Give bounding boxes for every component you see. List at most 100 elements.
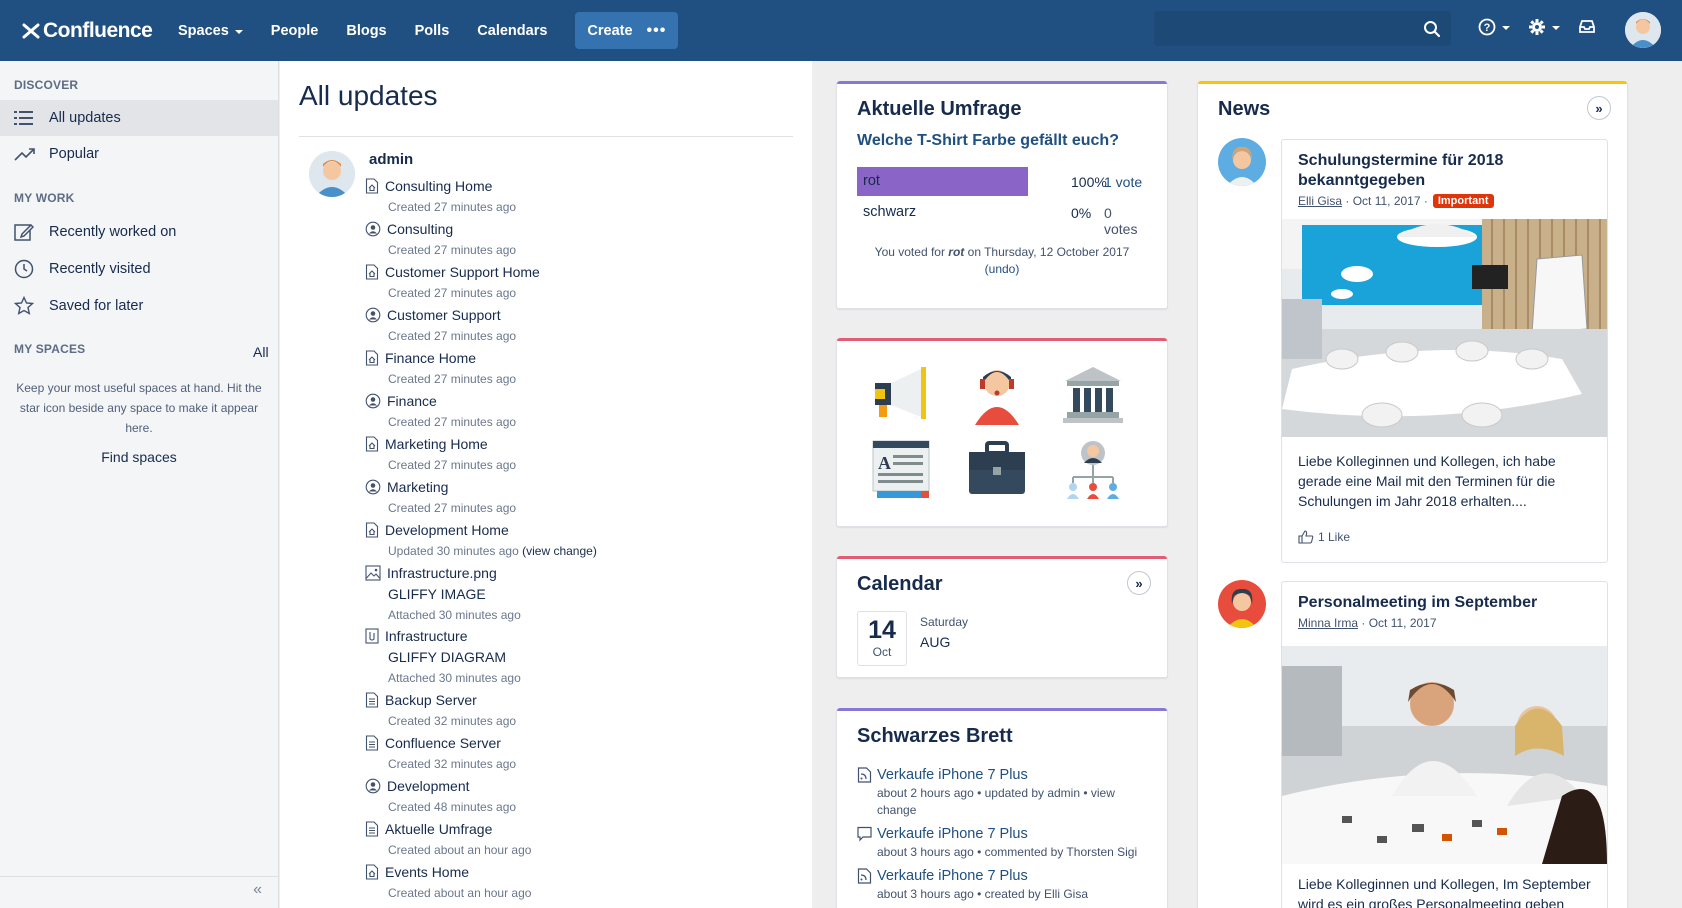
expand-news-button[interactable]: » [1587,96,1611,120]
image-icon [365,565,381,581]
feed-item-title[interactable]: Development [365,775,785,797]
feed-item-title[interactable]: Development Home [365,519,785,541]
avatar[interactable] [1218,138,1266,186]
expand-calendar-button[interactable]: » [1127,571,1151,595]
nav-blogs[interactable]: Blogs [346,23,386,39]
feed-item-title[interactable]: Backup Server [365,689,785,711]
space-icon [365,778,381,794]
sidebar-item-all-updates[interactable]: All updates [0,100,278,136]
main-content: All updates admin Consulting Home Created… [280,61,812,908]
megaphone-icon[interactable] [869,361,933,425]
poll-option-percent: 0% [1071,205,1092,221]
page-title: All updates [299,80,438,111]
feed-item-title[interactable]: Customer Support Home [365,261,785,283]
card-accent [837,556,1167,559]
news-post-title[interactable]: Schulungstermine für 2018 bekanntgegeben [1298,151,1607,191]
feed-item-title[interactable]: Aktuelle Umfrage [365,818,785,840]
poll-question[interactable]: Welche T-Shirt Farbe gefällt euch? [857,132,1119,150]
poll-undo-row: (undo) [837,261,1167,278]
poll-option[interactable]: rot 100% 1 vote [857,167,1147,196]
find-spaces-link[interactable]: Find spaces [0,449,278,465]
nav-people[interactable]: People [271,23,319,39]
feed-user-name[interactable]: admin [369,151,413,168]
news-post-image[interactable] [1282,646,1607,864]
poll-option[interactable]: schwarz 0% 0 votes [857,198,1147,237]
feed-item-meta-text: Updated 30 minutes ago [388,544,519,559]
feed-item-title[interactable]: Confluence Server [365,732,785,754]
sidebar-item-popular[interactable]: Popular [0,136,278,172]
spaces-hint: Keep your most useful spaces at hand. Hi… [16,381,262,435]
poll-option-votes[interactable]: 1 vote [1104,174,1142,190]
nav-calendars[interactable]: Calendars [477,23,547,39]
news-post-author[interactable]: Minna Irma [1298,616,1358,630]
settings-menu[interactable] [1528,18,1560,36]
feed-item-title[interactable]: Marketing Home [365,433,785,455]
sidebar-item-recently-visited[interactable]: Recently visited [0,251,278,287]
feed-item-title[interactable]: Consulting [365,218,785,240]
help-icon: ? [1478,18,1496,36]
feed-item-meta-text: Created 27 minutes ago [388,286,517,301]
feed-item-meta: Attached 30 minutes ago [365,668,785,690]
office-photo [1282,219,1607,437]
news-post-title[interactable]: Personalmeeting im September [1298,593,1537,613]
user-avatar[interactable] [1625,12,1661,48]
feed-item-meta-text: Created 27 minutes ago [388,329,517,344]
nav-polls[interactable]: Polls [415,23,450,39]
feed-item-meta: Created 27 minutes ago [365,240,785,262]
feed-item-title[interactable]: Infrastructure.png [365,562,785,584]
notifications-button[interactable] [1578,18,1596,34]
sidebar-item-recently-worked[interactable]: Recently worked on [0,214,278,250]
create-button[interactable]: Create ••• [575,12,679,49]
more-icon[interactable]: ••• [647,22,667,38]
support-agent-icon[interactable] [965,361,1029,425]
news-post-author[interactable]: Elli Gisa [1298,194,1342,208]
board-entry-meta: about 3 hours ago • created by Elli Gisa [877,887,1088,901]
avatar[interactable] [309,151,355,197]
sidebar: DISCOVER All updates Popular MY WORK Rec… [0,61,279,908]
feed-item-meta: Created 27 minutes ago [365,197,785,219]
space-icon [365,479,381,495]
nav-spaces[interactable]: Spaces [178,23,243,39]
sidebar-item-saved[interactable]: Saved for later [0,288,278,324]
confluence-logo[interactable]: Confluence [22,19,172,43]
board-entry-title[interactable]: Verkaufe iPhone 7 Plus [877,868,1028,884]
poll-undo-link[interactable]: (undo) [985,262,1020,276]
like-button[interactable]: 1 Like [1298,530,1350,544]
all-spaces-link[interactable]: All [253,344,269,360]
feed-item-title[interactable]: Finance [365,390,785,412]
feed-item-title[interactable]: Marketing [365,476,785,498]
feed-item-title[interactable]: Finance Home [365,347,785,369]
update-feed: Consulting Home Created 27 minutes ago Con… [365,175,785,904]
board-entry-meta: about 3 hours ago • commented by Thorste… [877,845,1138,859]
feed-item-title[interactable]: Customer Support [365,304,785,326]
bank-icon[interactable] [1061,361,1125,425]
avatar[interactable] [1218,580,1266,628]
view-change-link[interactable]: (view change) [522,544,597,558]
collapse-sidebar-icon[interactable]: « [253,881,262,899]
document-icon[interactable]: A [869,437,933,501]
board-entry-title[interactable]: Verkaufe iPhone 7 Plus [877,767,1028,783]
star-icon [14,296,34,315]
feed-item-title-text: Infrastructure [385,628,468,645]
org-chart-icon[interactable] [1061,437,1125,501]
board-entry-title[interactable]: Verkaufe iPhone 7 Plus [877,826,1028,842]
thumbs-up-icon [1298,530,1314,544]
create-button-label: Create [587,22,633,39]
feed-item-title[interactable]: Infrastructure [365,626,785,648]
help-menu[interactable]: ? [1478,18,1510,36]
briefcase-icon[interactable] [965,437,1029,501]
news-post: Personalmeeting im September Minna Irma … [1281,581,1608,908]
chevron-down-icon [1552,26,1560,30]
feed-item-title[interactable]: Events Home [365,861,785,883]
comment-icon [857,826,872,842]
feed-item-meta: Created 27 minutes ago [365,498,785,520]
trending-icon [14,148,35,161]
card-accent [1198,81,1627,84]
page-home-icon [365,178,379,194]
board-card: Schwarzes Brett Verkaufe iPhone 7 Plus a… [836,708,1168,908]
feed-item-title[interactable]: Consulting Home [365,175,785,197]
news-post-image[interactable] [1282,219,1607,437]
calendar-event[interactable]: AUG [920,634,950,650]
calendar-date-badge: 14 Oct [857,611,907,666]
search-input[interactable] [1154,11,1451,46]
